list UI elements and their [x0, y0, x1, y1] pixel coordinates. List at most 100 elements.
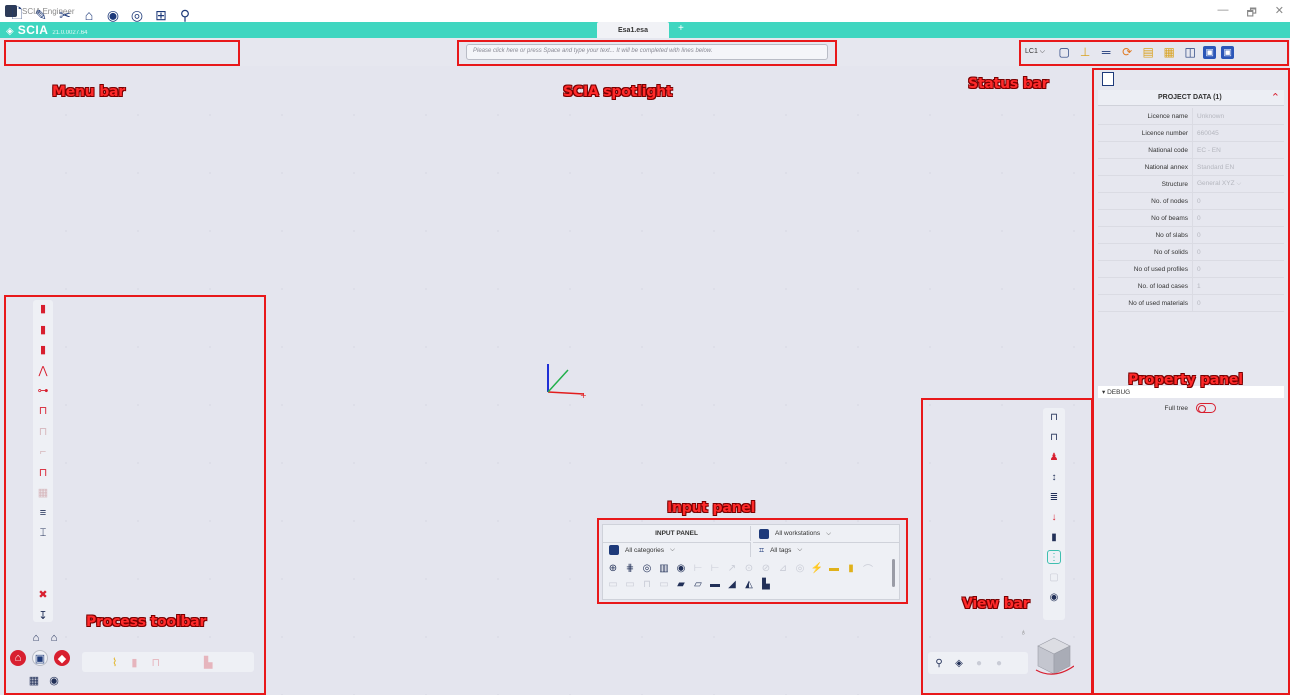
structure-icon[interactable]: ⌂	[28, 630, 44, 646]
beam-icon[interactable]: ▬	[709, 577, 721, 591]
minimize-icon[interactable]: —	[1217, 4, 1228, 23]
node-icon[interactable]: ⊕	[607, 561, 619, 575]
input-panel-scrollbar[interactable]	[892, 559, 895, 587]
grid-icon[interactable]: ▦	[26, 672, 42, 688]
building-icon[interactable]: ▥	[658, 561, 670, 575]
hall-icon[interactable]: ▙	[760, 577, 772, 591]
beam-insert-icon[interactable]: ▮	[36, 302, 50, 315]
person-icon[interactable]: ♟	[1047, 450, 1061, 464]
model-icon[interactable]: ◉	[104, 6, 122, 24]
column-insert-icon[interactable]: ▮	[36, 322, 50, 336]
delete-icon[interactable]: ✖	[36, 588, 50, 601]
spacer2-icon	[36, 568, 50, 581]
beam-icon[interactable]: ═	[1098, 44, 1114, 60]
truss-icon[interactable]: ⋀	[36, 363, 50, 377]
bar-icon[interactable]: ▬	[828, 561, 840, 575]
dimension-icon[interactable]: ↕	[1047, 470, 1061, 484]
render-icon: ●	[975, 657, 983, 669]
pin-icon[interactable]: ♁	[1020, 627, 1027, 637]
slab-icon[interactable]: ▰	[675, 577, 687, 591]
search-icon[interactable]: ⚲	[176, 6, 194, 24]
annotation-process-toolbar: Process toolbar	[86, 614, 207, 630]
frame-insert-icon[interactable]: ▮	[36, 343, 50, 356]
frame-view-icon[interactable]: ⊓	[1047, 410, 1061, 424]
column-icon[interactable]: ▮	[845, 561, 857, 575]
property-value[interactable]: 0	[1192, 295, 1284, 311]
eye-view-icon[interactable]: ◉	[1047, 590, 1061, 604]
load-view-icon[interactable]: ↓	[1047, 510, 1061, 524]
spotlight-input[interactable]: Please click here or press Space and typ…	[466, 44, 828, 60]
layout2-icon[interactable]: ▣	[1221, 45, 1235, 59]
view-cube-icon[interactable]	[1034, 636, 1074, 676]
table-icon[interactable]: ▤	[1140, 44, 1156, 60]
tags-select[interactable]: ⌗ All tags ⌵	[753, 542, 899, 557]
grid-view-icon[interactable]: ⋮	[1047, 550, 1061, 564]
collapse-icon[interactable]: ⌃	[1271, 91, 1280, 104]
close-icon[interactable]: ✕	[1275, 4, 1284, 23]
property-panel-header: PROJECT DATA (1) ⌃	[1098, 90, 1284, 106]
property-value[interactable]: 0	[1192, 193, 1284, 209]
arch-icon[interactable]: ⊓	[36, 404, 50, 417]
edit-document-icon[interactable]: ✎	[32, 6, 50, 24]
connection-icon[interactable]: ⊶	[36, 384, 50, 397]
load-icon[interactable]: ◆	[54, 650, 70, 666]
view-icon[interactable]: ◎	[128, 6, 146, 24]
restore-icon[interactable]: 🗗	[1246, 4, 1256, 23]
load-case-select[interactable]: LC1 ⌵	[1025, 48, 1045, 56]
library-icon[interactable]: ⊞	[152, 6, 170, 24]
property-value[interactable]: Standard EN	[1192, 159, 1284, 175]
property-value[interactable]: 0	[1192, 210, 1284, 226]
support-view-icon[interactable]: ▮	[1047, 530, 1061, 544]
frame-view2-icon[interactable]: ⊓	[1047, 430, 1061, 444]
property-key: No of slabs	[1155, 231, 1188, 239]
tab-document[interactable]: Esa1.esa	[597, 22, 669, 38]
plate-icon: ▭	[608, 578, 618, 590]
grid-lines-icon[interactable]: ⋕	[624, 561, 636, 575]
measure-icon[interactable]: ↧	[36, 609, 50, 622]
property-value[interactable]: 1	[1192, 278, 1284, 294]
zoom-icon[interactable]: ⚲	[932, 656, 946, 670]
wall-icon[interactable]: ▱	[692, 577, 704, 591]
window-icon[interactable]: ◫	[1182, 44, 1198, 60]
center-icon[interactable]: ▣	[32, 650, 48, 666]
curve-icon[interactable]: ⌇	[112, 656, 117, 669]
supports-icon[interactable]: ⊥	[1077, 44, 1093, 60]
solid-icon[interactable]: ◉	[46, 672, 62, 688]
add-tab-button[interactable]: +	[678, 23, 684, 34]
stair-icon[interactable]: ◢	[726, 577, 738, 591]
workstations-select[interactable]: All workstations ⌵	[753, 526, 899, 541]
property-value[interactable]: 660045	[1192, 125, 1284, 141]
spacer-icon	[36, 547, 50, 560]
cube-icon[interactable]: ◈	[952, 656, 966, 670]
document-icon[interactable]	[1102, 72, 1114, 86]
structure-alt-icon[interactable]: ⌂	[46, 630, 62, 646]
analysis-icon[interactable]: ▦	[1161, 44, 1177, 60]
property-value[interactable]: 0	[1192, 244, 1284, 260]
new-document-icon[interactable]: 🗋	[8, 5, 26, 24]
roof-icon[interactable]: ◭	[743, 577, 755, 591]
document-icon[interactable]: ▢	[1056, 44, 1072, 60]
structure-icon[interactable]: ⌂	[80, 6, 98, 24]
property-value[interactable]: General XYZ ⌵	[1192, 176, 1284, 192]
categories-select[interactable]: All categories ⌵	[603, 542, 751, 557]
refresh-icon[interactable]: ⟳	[1119, 44, 1135, 60]
property-key: No of used profiles	[1133, 265, 1188, 273]
full-tree-toggle[interactable]	[1196, 403, 1216, 413]
portal-icon[interactable]: ⊓	[36, 466, 50, 479]
property-value[interactable]: EC - EN	[1192, 142, 1284, 158]
layers-icon[interactable]: ≣	[1047, 490, 1061, 504]
property-key: Structure	[1161, 180, 1188, 188]
annotation-input-panel: Input panel	[667, 500, 756, 516]
column-dim-icon: ▮	[131, 656, 138, 669]
solid-icon[interactable]: ◉	[675, 561, 687, 575]
hatch-icon[interactable]: ≡	[36, 506, 50, 519]
section-icon[interactable]: ⌶	[36, 527, 50, 540]
lightning-icon[interactable]: ⚡	[811, 561, 823, 575]
tools-icon[interactable]: ✂	[56, 6, 74, 24]
property-value[interactable]: 0	[1192, 261, 1284, 277]
property-value[interactable]: Unknown	[1192, 108, 1284, 124]
property-value[interactable]: 0	[1192, 227, 1284, 243]
model-red-icon[interactable]: ⌂	[10, 650, 26, 666]
circle-icon[interactable]: ◎	[641, 561, 653, 575]
layout-icon[interactable]: ▣	[1203, 45, 1217, 59]
